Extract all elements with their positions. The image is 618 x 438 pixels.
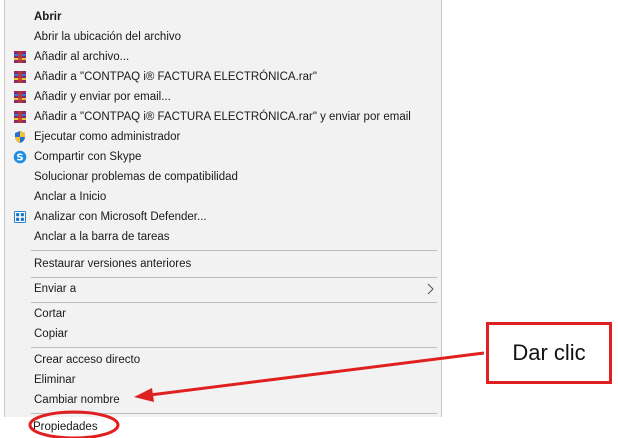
pointer-arrow-line xyxy=(149,351,485,397)
arrow-head-icon xyxy=(134,388,154,402)
highlight-ellipse xyxy=(28,410,120,438)
annotation-overlay xyxy=(28,351,485,438)
